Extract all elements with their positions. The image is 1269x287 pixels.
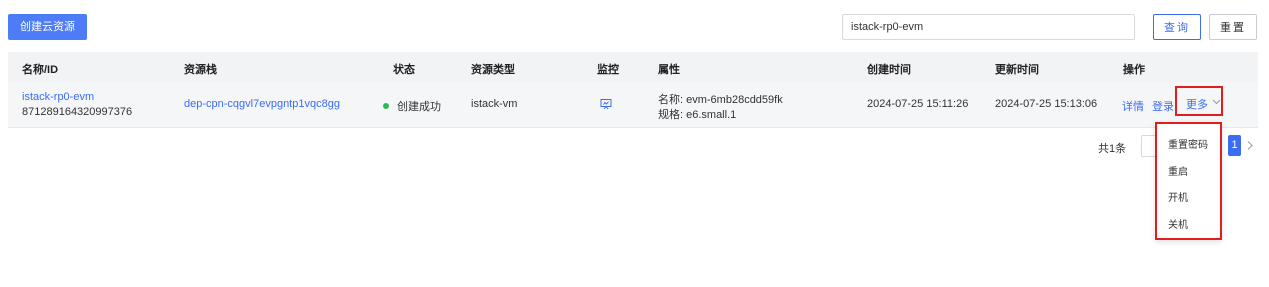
status-cell: 创建成功 <box>383 98 441 114</box>
table-header: 名称/ID 资源栈 状态 资源类型 监控 属性 创建时间 更新时间 操作 <box>8 52 1258 82</box>
resource-page: 创建云资源 查询 重置 名称/ID 资源栈 状态 资源类型 监控 属性 创建时间… <box>0 0 1269 287</box>
created-time: 2024-07-25 15:11:26 <box>867 98 969 110</box>
column-header-name-id: 名称/ID <box>22 64 59 76</box>
monitor-button[interactable] <box>600 98 612 113</box>
pagination-current-page[interactable]: 1 <box>1228 135 1241 156</box>
monitor-icon <box>600 99 612 110</box>
resource-id: 871289164320997376 <box>22 106 133 118</box>
column-header-created-time: 创建时间 <box>867 64 911 76</box>
table-row: istack-rp0-evm 871289164320997376 dep-cp… <box>8 82 1258 128</box>
more-actions-button[interactable]: 更多 <box>1175 86 1223 116</box>
attribute-spec: 规格: e6.small.1 <box>658 109 737 121</box>
reset-button[interactable]: 重置 <box>1209 14 1257 40</box>
chevron-down-icon <box>1212 99 1221 105</box>
column-header-resource-type: 资源类型 <box>471 64 515 76</box>
resource-table: 名称/ID 资源栈 状态 资源类型 监控 属性 创建时间 更新时间 操作 ist… <box>8 52 1258 128</box>
column-header-monitor: 监控 <box>597 64 619 76</box>
column-header-stack: 资源栈 <box>184 64 217 76</box>
menu-item-restart[interactable]: 重启 <box>1168 163 1188 178</box>
more-actions-dropdown: 重置密码 重启 开机 关机 <box>1155 122 1222 240</box>
more-label: 更多 <box>1186 99 1208 111</box>
column-header-updated-time: 更新时间 <box>995 64 1039 76</box>
status-success-dot <box>383 103 389 109</box>
column-header-status: 状态 <box>393 64 415 76</box>
query-button[interactable]: 查询 <box>1153 14 1201 40</box>
login-link[interactable]: 登录 <box>1152 98 1174 114</box>
attribute-name: 名称: evm-6mb28cdd59fk <box>658 94 783 106</box>
resource-type: istack-vm <box>471 98 518 110</box>
column-header-actions: 操作 <box>1123 64 1145 76</box>
resource-name-link[interactable]: istack-rp0-evm <box>22 91 94 103</box>
menu-item-reset-password[interactable]: 重置密码 <box>1168 136 1208 151</box>
create-cloud-resource-button[interactable]: 创建云资源 <box>8 14 87 40</box>
search-input[interactable] <box>842 14 1135 40</box>
column-header-attributes: 属性 <box>658 64 680 76</box>
menu-item-power-on[interactable]: 开机 <box>1168 189 1188 204</box>
detail-link[interactable]: 详情 <box>1122 98 1144 114</box>
chevron-right-icon[interactable] <box>1246 140 1254 151</box>
status-text: 创建成功 <box>397 101 441 113</box>
menu-item-power-off[interactable]: 关机 <box>1168 216 1188 231</box>
pagination-total: 共1条 <box>1098 143 1127 155</box>
updated-time: 2024-07-25 15:13:06 <box>995 98 1098 110</box>
resource-stack-link[interactable]: dep-cpn-cqgvl7evpgntp1vqc8gg <box>184 98 340 110</box>
